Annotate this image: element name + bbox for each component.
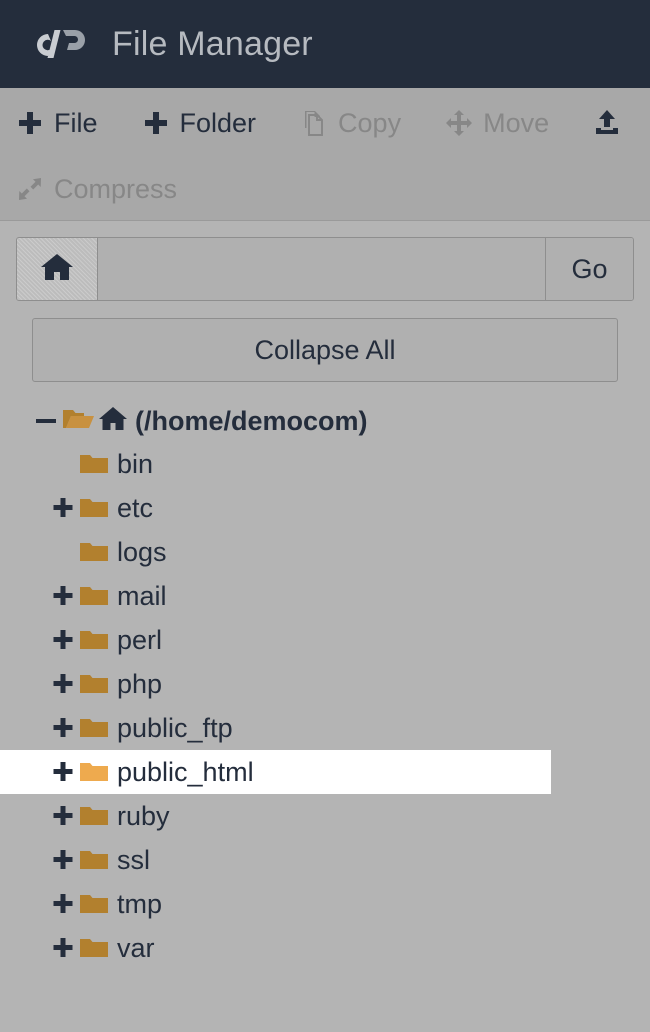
folder-icon — [79, 848, 109, 872]
tree-item-label: var — [117, 932, 155, 963]
tree-item-label: public_ftp — [117, 712, 233, 743]
go-button[interactable]: Go — [545, 238, 633, 300]
upload-icon — [593, 109, 621, 137]
plus-icon[interactable] — [49, 714, 77, 742]
tree-item-label: ssl — [117, 844, 150, 875]
folder-icon — [79, 540, 109, 564]
plus-icon[interactable] — [49, 890, 77, 918]
tree-item-php[interactable]: php — [0, 662, 650, 706]
app-header: File Manager — [0, 0, 650, 88]
compress-arrows-icon — [16, 175, 44, 203]
plus-icon[interactable] — [49, 758, 77, 786]
folder-icon — [79, 804, 109, 828]
new-file-button[interactable]: File — [16, 108, 98, 139]
open-folder-icon — [62, 406, 94, 437]
folder-icon — [79, 672, 109, 696]
tree-item-label: etc — [117, 492, 154, 523]
tree-item-bin[interactable]: bin — [0, 442, 650, 486]
compress-label: Compress — [54, 173, 178, 204]
tree-item-mail[interactable]: mail — [0, 574, 650, 618]
tree-item-label: bin — [117, 448, 154, 479]
tree-item-label: ruby — [117, 800, 170, 831]
minus-icon[interactable] — [32, 407, 60, 435]
tree-item-label: tmp — [117, 888, 163, 919]
tree-item-label: php — [117, 668, 163, 699]
tree-item-label: perl — [117, 624, 163, 655]
tree-item-ruby[interactable]: ruby — [0, 794, 650, 838]
folder-icon — [79, 760, 109, 784]
plus-icon[interactable] — [49, 494, 77, 522]
copy-pages-icon — [300, 109, 328, 137]
tree-item-var[interactable]: var — [0, 926, 650, 970]
move-label: Move — [483, 107, 550, 138]
tree-item-etc[interactable]: etc — [0, 486, 650, 530]
file-tree: (/home/democom) bin etc logs mail perl php pub… — [0, 400, 650, 970]
path-input[interactable] — [98, 238, 545, 300]
tree-item-label: logs — [117, 536, 167, 567]
copy-label: Copy — [338, 107, 402, 138]
path-bar: Go — [16, 237, 634, 301]
move-arrows-icon — [445, 109, 473, 137]
tree-item-public_html[interactable]: public_html — [0, 750, 551, 794]
plus-icon[interactable] — [49, 582, 77, 610]
path-area: Go Collapse All — [0, 221, 650, 382]
plus-icon — [16, 109, 44, 137]
tree-item-label: public_html — [117, 756, 254, 787]
plus-icon[interactable] — [49, 670, 77, 698]
copy-button: Copy — [300, 108, 401, 139]
plus-icon[interactable] — [49, 934, 77, 962]
tree-item-ssl[interactable]: ssl — [0, 838, 650, 882]
tree-item-label: mail — [117, 580, 167, 611]
new-file-label: File — [54, 107, 98, 138]
toolbar-row-primary: File Folder Copy Move — [16, 88, 650, 158]
upload-button[interactable] — [593, 109, 631, 137]
plus-icon[interactable] — [49, 626, 77, 654]
new-folder-button[interactable]: Folder — [142, 107, 257, 139]
collapse-all-button[interactable]: Collapse All — [32, 318, 618, 382]
home-button[interactable] — [17, 238, 98, 300]
folder-icon — [79, 936, 109, 960]
tree-item-public_ftp[interactable]: public_ftp — [0, 706, 650, 750]
home-icon — [40, 252, 74, 287]
tree-root-label: (/home/democom) — [135, 405, 368, 436]
tree-item-perl[interactable]: perl — [0, 618, 650, 662]
folder-icon — [79, 452, 109, 476]
new-folder-label: Folder — [179, 107, 257, 138]
folder-icon — [79, 892, 109, 916]
tree-item-logs[interactable]: logs — [0, 530, 650, 574]
folder-icon — [79, 716, 109, 740]
page-title: File Manager — [112, 24, 313, 63]
compress-button: Compress — [16, 174, 177, 205]
tree-item-list: bin etc logs mail perl php public_ftp public_ht… — [0, 442, 650, 970]
cpanel-logo-icon — [34, 22, 90, 66]
plus-icon[interactable] — [49, 802, 77, 830]
toolbar-row-secondary: Compress — [16, 158, 650, 220]
tree-item-tmp[interactable]: tmp — [0, 882, 650, 926]
toolbar: File Folder Copy Move Compress — [0, 88, 650, 221]
folder-icon — [79, 496, 109, 520]
plus-icon[interactable] — [49, 846, 77, 874]
plus-icon — [142, 109, 170, 137]
folder-icon — [79, 584, 109, 608]
tree-root-row[interactable]: (/home/democom) — [0, 400, 650, 442]
move-button: Move — [445, 108, 549, 139]
folder-icon — [79, 628, 109, 652]
home-icon — [98, 406, 128, 437]
